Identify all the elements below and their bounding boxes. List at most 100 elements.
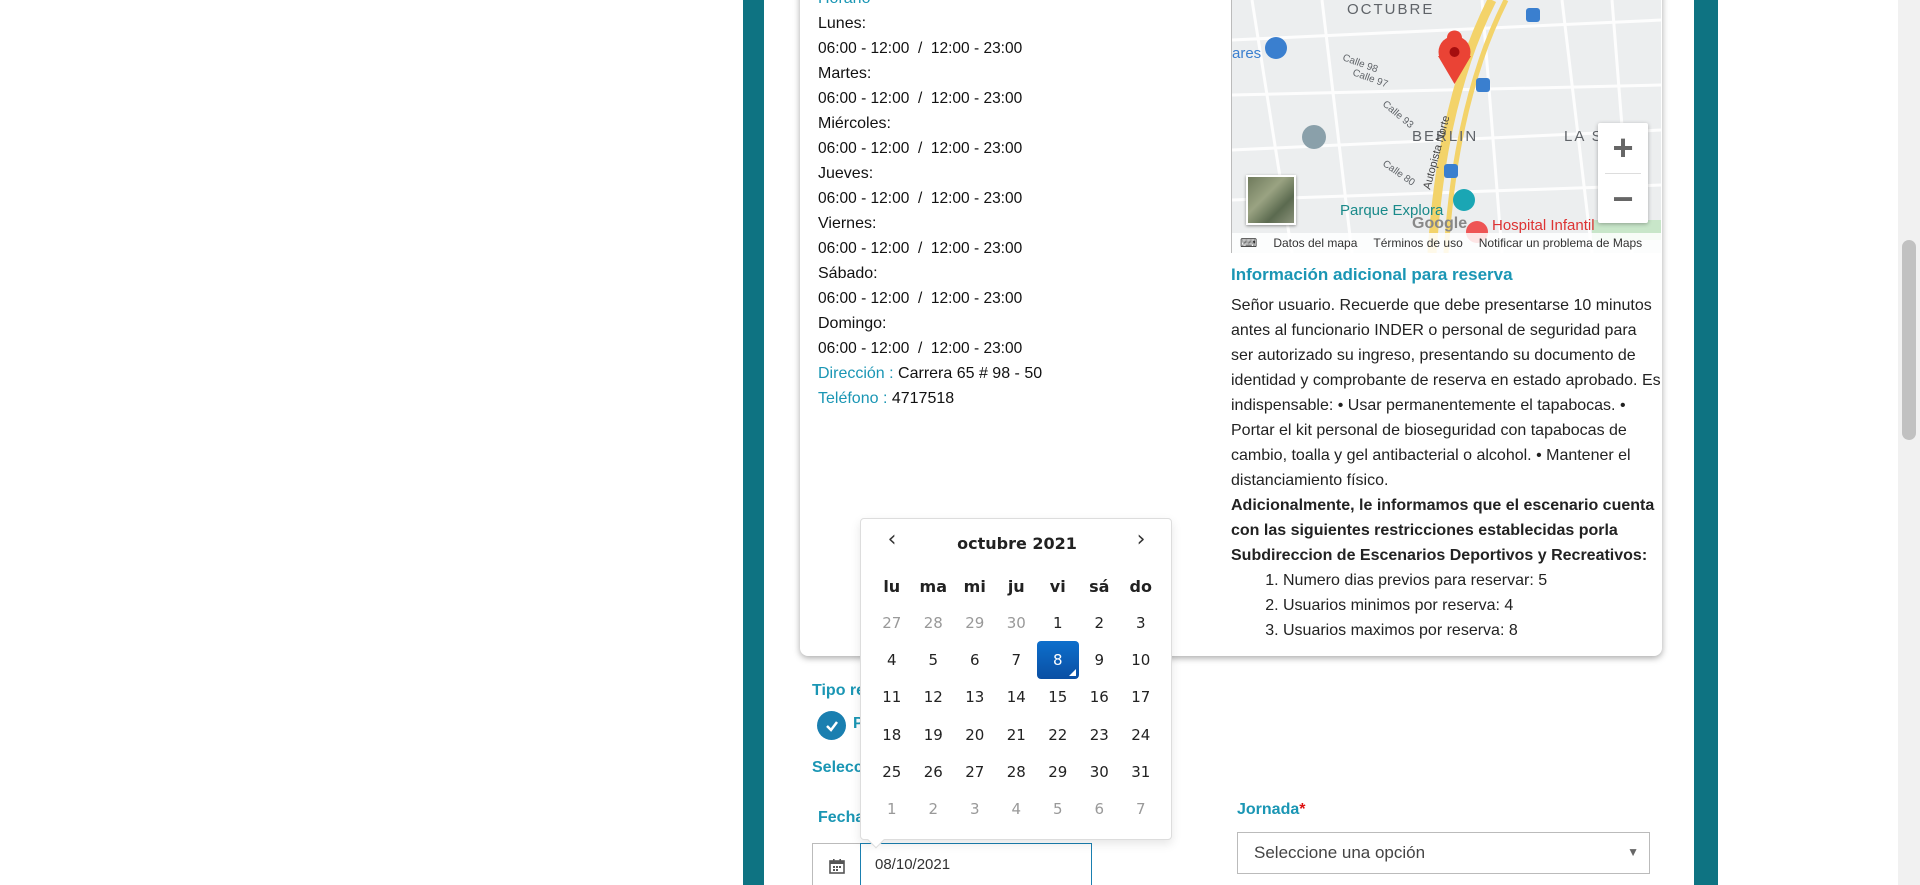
calendar-day[interactable]: 13: [954, 679, 996, 716]
calendar-day[interactable]: 7: [1120, 790, 1162, 827]
calendar-day[interactable]: 21: [996, 716, 1038, 753]
calendar-week: 1234567: [871, 790, 1162, 827]
tipo-label: Tipo re: [812, 682, 866, 699]
calendar-day[interactable]: 16: [1079, 679, 1121, 716]
address-value: Carrera 65 # 98 - 50: [898, 365, 1043, 382]
calendar-day[interactable]: 5: [913, 641, 955, 678]
date-input[interactable]: 08/10/2021: [860, 843, 1092, 885]
calendar-day[interactable]: 30: [996, 604, 1038, 641]
calendar-day[interactable]: 1: [1037, 604, 1079, 641]
schedule-day: Lunes:: [818, 15, 867, 32]
calendar-day[interactable]: 3: [1120, 604, 1162, 641]
address-label: Dirección :: [818, 365, 894, 382]
calendar-day[interactable]: 12: [913, 679, 955, 716]
zoom-out-button[interactable]: −: [1598, 174, 1648, 224]
schedule-days: Lunes: 06:00 - 12:00 / 12:00 - 23:00 Marte…: [818, 11, 1198, 361]
schedule-hours: 06:00 - 12:00 / 12:00 - 23:00: [818, 40, 1023, 57]
calendar-day[interactable]: 28: [913, 604, 955, 641]
map-label-ares: ares: [1232, 45, 1261, 62]
schedule-hours: 06:00 - 12:00 / 12:00 - 23:00: [818, 290, 1023, 307]
phone-label: Teléfono :: [818, 390, 888, 407]
calendar-day[interactable]: 29: [954, 604, 996, 641]
calendar-day[interactable]: 24: [1120, 716, 1162, 753]
calendar-day[interactable]: 4: [996, 790, 1038, 827]
calendar-day-selected[interactable]: 8: [1037, 641, 1079, 679]
calendar-day[interactable]: 22: [1037, 716, 1079, 753]
calendar-day[interactable]: 6: [954, 641, 996, 678]
map-terms-link[interactable]: Términos de uso: [1373, 236, 1462, 250]
info-restrictions-intro: Adicionalmente, le informamos que el esc…: [1231, 497, 1655, 564]
schedule-day: Martes:: [818, 65, 872, 82]
datepicker-header: ‹ octubre 2021 ›: [861, 519, 1171, 563]
weekday-header: do: [1129, 576, 1152, 596]
calendar-day[interactable]: 27: [954, 753, 996, 790]
datepicker-grid: lu ma mi ju vi sá do 27 28 29 30 1 2 3 4 5 6 7 8 9 10 11 12 13…: [871, 568, 1162, 828]
map-zoom-control: + −: [1598, 123, 1648, 223]
weekday-header: sá: [1089, 576, 1110, 596]
map-report-link[interactable]: Notificar un problema de Maps: [1479, 236, 1642, 250]
datepicker-month[interactable]: octubre 2021: [901, 534, 1133, 553]
calendar-day[interactable]: 27: [871, 604, 913, 641]
vertical-scrollbar[interactable]: [1898, 0, 1920, 885]
calendar-day[interactable]: 6: [1079, 790, 1121, 827]
scrollbar-thumb[interactable]: [1902, 240, 1916, 440]
schedule-hours: 06:00 - 12:00 / 12:00 - 23:00: [818, 340, 1023, 357]
map-label-octubre: OCTUBRE: [1347, 1, 1434, 18]
jornada-select[interactable]: Seleccione una opción ▼: [1237, 832, 1650, 874]
calendar-day[interactable]: 11: [871, 679, 913, 716]
calendar-day[interactable]: 14: [996, 679, 1038, 716]
calendar-day[interactable]: 30: [1079, 753, 1121, 790]
weekday-header: mi: [963, 576, 986, 596]
schedule-day: Viernes:: [818, 215, 877, 232]
calendar-day[interactable]: 17: [1120, 679, 1162, 716]
next-month-button[interactable]: ›: [1121, 527, 1161, 552]
calendar-day[interactable]: 4: [871, 641, 913, 678]
calendar-day[interactable]: 5: [1037, 790, 1079, 827]
jornada-label: Jornada*: [1237, 801, 1305, 819]
calendar-week: 27 28 29 30 1 2 3: [871, 604, 1162, 641]
info-body: Señor usuario. Recuerde que debe present…: [1231, 297, 1661, 489]
calendar-day[interactable]: 20: [954, 716, 996, 753]
schedule-heading: Horario: [818, 0, 1198, 11]
radio-checked-icon[interactable]: [817, 711, 846, 740]
calendar-day[interactable]: 10: [1120, 641, 1162, 678]
calendar-day[interactable]: 23: [1079, 716, 1121, 753]
dropdown-arrow-icon: ▼: [1627, 845, 1639, 859]
map-attribution: ⌨ Datos del mapa Términos de uso Notific…: [1232, 233, 1661, 253]
restriction-item: Usuarios maximos por reserva: 8: [1283, 618, 1661, 643]
schedule-hours: 06:00 - 12:00 / 12:00 - 23:00: [818, 190, 1023, 207]
phone-value: 4717518: [891, 390, 955, 407]
calendar-day[interactable]: 15: [1037, 679, 1079, 716]
schedule-hours: 06:00 - 12:00 / 12:00 - 23:00: [818, 240, 1023, 257]
calendar-day[interactable]: 28: [996, 753, 1038, 790]
datepicker: ‹ octubre 2021 › lu ma mi ju vi sá do 27 28 29 30…: [860, 518, 1172, 849]
calendar-day[interactable]: 31: [1120, 753, 1162, 790]
map-label-hospital: Hospital Infantil: [1492, 217, 1595, 234]
fecha-label: Fecha: [818, 809, 865, 826]
phone-row: Teléfono : 4717518: [818, 386, 1198, 411]
map-data-link[interactable]: Datos del mapa: [1273, 236, 1357, 250]
keyboard-icon[interactable]: ⌨: [1240, 236, 1257, 250]
google-logo: Google: [1412, 215, 1467, 232]
map-canvas[interactable]: OCTUBRE BERLIN LA SA ares Calle 98 Calle…: [1232, 0, 1661, 253]
calendar-week: 11 12 13 14 15 16 17: [871, 679, 1162, 716]
weekday-header: ma: [919, 576, 947, 596]
calendar-day[interactable]: 9: [1079, 641, 1121, 678]
calendar-day[interactable]: 26: [913, 753, 955, 790]
calendar-day[interactable]: 18: [871, 716, 913, 753]
calendar-day[interactable]: 1: [871, 790, 913, 827]
schedule-day: Sábado:: [818, 265, 878, 282]
schedule-hours: 06:00 - 12:00 / 12:00 - 23:00: [818, 140, 1023, 157]
calendar-week: 25 26 27 28 29 30 31: [871, 753, 1162, 790]
zoom-in-button[interactable]: +: [1598, 123, 1648, 173]
calendar-day[interactable]: 3: [954, 790, 996, 827]
calendar-day[interactable]: 25: [871, 753, 913, 790]
restriction-item: Usuarios minimos por reserva: 4: [1283, 593, 1661, 618]
calendar-day[interactable]: 2: [913, 790, 955, 827]
satellite-toggle[interactable]: [1246, 175, 1296, 225]
calendar-day[interactable]: 19: [913, 716, 955, 753]
calendar-day[interactable]: 29: [1037, 753, 1079, 790]
calendar-day[interactable]: 2: [1079, 604, 1121, 641]
calendar-icon[interactable]: [813, 844, 861, 885]
calendar-day[interactable]: 7: [996, 641, 1038, 678]
